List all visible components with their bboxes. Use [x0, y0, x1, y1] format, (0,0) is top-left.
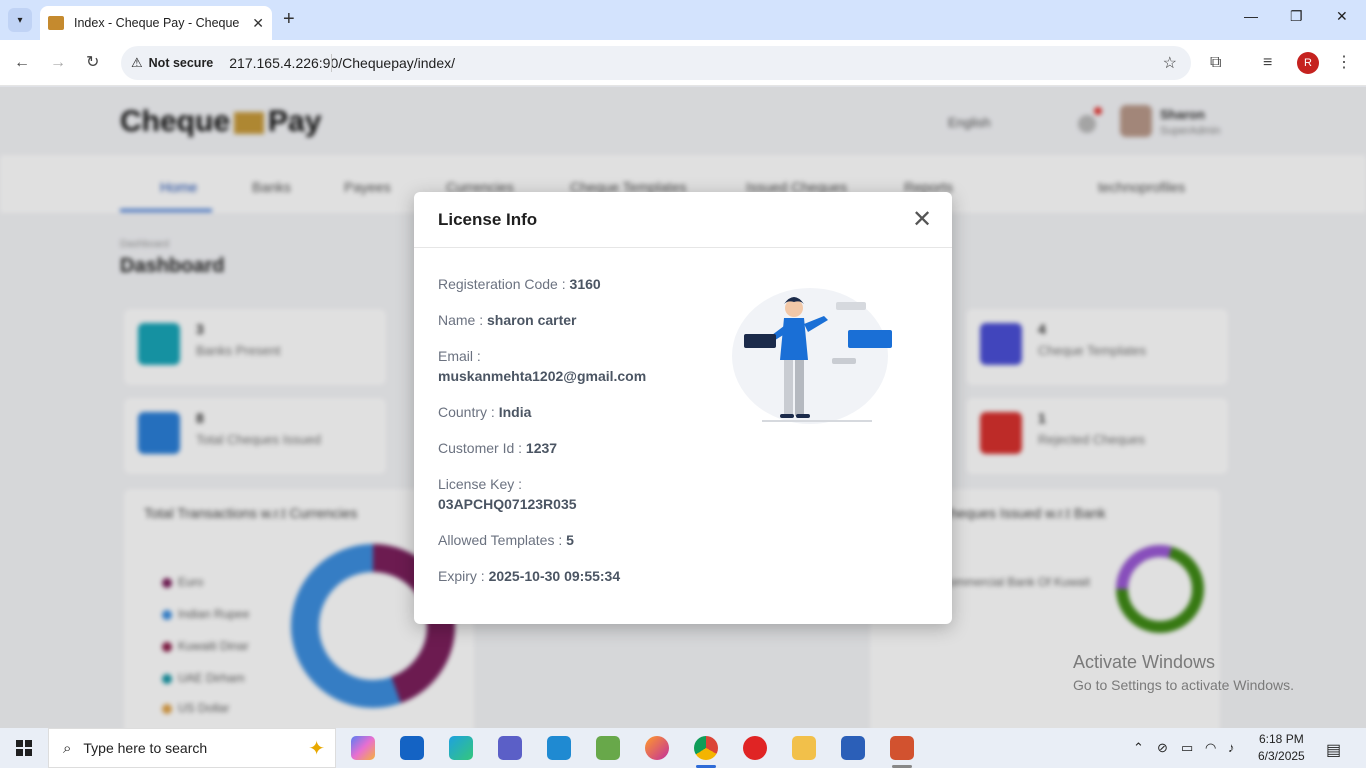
- search-placeholder: Type here to search: [83, 740, 208, 756]
- field-value: muskanmehta1202@gmail.com: [438, 368, 647, 384]
- license-info-modal: License Info ✕ Registeration Code : 3160…: [414, 192, 952, 624]
- new-tab-button[interactable]: +: [283, 8, 295, 30]
- media-player-icon[interactable]: [743, 736, 767, 760]
- bookmark-star-icon[interactable]: ☆: [1163, 53, 1177, 73]
- vscode-icon[interactable]: [547, 736, 571, 760]
- field-value: 1237: [525, 440, 558, 456]
- taskbar-clock[interactable]: 6:18 PM 6/3/2025: [1258, 731, 1305, 765]
- field-label: Registeration Code :: [438, 276, 566, 292]
- customer-id-field: Customer Id : 1237: [438, 438, 557, 458]
- word-icon[interactable]: [841, 736, 865, 760]
- field-label: Email :: [438, 348, 481, 364]
- field-label: Allowed Templates :: [438, 532, 563, 548]
- menu-kebab-icon[interactable]: ⋮: [1336, 52, 1352, 74]
- field-value: 2025-10-30 09:55:34: [488, 568, 621, 584]
- windows-activation-watermark: Activate Windows Go to Settings to activ…: [1073, 652, 1294, 693]
- xampp-icon[interactable]: [596, 736, 620, 760]
- watermark-title: Activate Windows: [1073, 652, 1216, 672]
- web-page: Cheque Pay English Sharon SuperAdmin Home…: [0, 87, 1366, 728]
- allowed-templates-field: Allowed Templates : 5: [438, 530, 574, 550]
- field-label: Name :: [438, 312, 484, 328]
- edge-icon[interactable]: [449, 736, 473, 760]
- minimize-button[interactable]: —: [1244, 8, 1258, 24]
- chrome-icon[interactable]: [694, 736, 718, 760]
- search-highlight-icon: ✦: [308, 737, 325, 760]
- outlook-icon[interactable]: [400, 736, 424, 760]
- tab-search-dropdown[interactable]: ▾: [8, 8, 32, 32]
- expiry-field: Expiry : 2025-10-30 09:55:34: [438, 566, 620, 586]
- forward-icon[interactable]: →: [50, 52, 66, 74]
- address-bar[interactable]: ⚠ Not secure 217.165.4.226:90/Chequepay/…: [121, 46, 1191, 80]
- field-label: Customer Id :: [438, 440, 523, 456]
- email-field: Email : muskanmehta1202@gmail.com: [438, 346, 646, 386]
- profile-avatar[interactable]: R: [1297, 52, 1319, 74]
- teams-icon[interactable]: [498, 736, 522, 760]
- file-explorer-icon[interactable]: [792, 736, 816, 760]
- browser-toolbar: ← → ↻ ⚠ Not secure 217.165.4.226:90/Cheq…: [0, 40, 1366, 86]
- url-text[interactable]: 217.165.4.226:90/Chequepay/index/: [229, 55, 455, 71]
- powerpoint-icon[interactable]: [890, 736, 914, 760]
- browser-tab-strip: ▾ Index - Cheque Pay - Cheque Pay ✕ + — …: [0, 0, 1366, 40]
- field-value: 5: [566, 532, 574, 548]
- country-field: Country : India: [438, 402, 531, 422]
- warning-icon: ⚠: [131, 55, 143, 70]
- firefox-icon[interactable]: [645, 736, 669, 760]
- close-window-button[interactable]: ✕: [1336, 8, 1348, 25]
- restore-button[interactable]: ❐: [1290, 8, 1303, 25]
- clock-time: 6:18 PM: [1259, 732, 1304, 746]
- copilot-icon[interactable]: [351, 736, 375, 760]
- media-controls-icon[interactable]: ≡: [1263, 52, 1272, 74]
- omnibox-divider: [331, 54, 332, 72]
- windows-taskbar: ⌕ Type here to search ✦ ⌃ ⊘ ▭ ◠ ♪ 6:18 P…: [0, 728, 1366, 768]
- tab-favicon-icon: [48, 16, 64, 30]
- modal-header: License Info ✕: [414, 192, 952, 248]
- field-value: 03APCHQ07123R035: [438, 496, 577, 512]
- network-warning-icon[interactable]: ⊘: [1157, 740, 1168, 756]
- back-icon[interactable]: ←: [14, 52, 30, 74]
- watermark-subtitle: Go to Settings to activate Windows.: [1073, 677, 1294, 693]
- registration-code-field: Registeration Code : 3160: [438, 274, 601, 294]
- tab-title: Index - Cheque Pay - Cheque Pay: [74, 16, 242, 30]
- person-with-laptop-illustration: [732, 288, 892, 424]
- license-key-field: License Key : 03APCHQ07123R035: [438, 474, 577, 514]
- reload-icon[interactable]: ↻: [86, 52, 99, 74]
- browser-tab[interactable]: Index - Cheque Pay - Cheque Pay ✕: [40, 6, 272, 40]
- chevron-up-icon[interactable]: ⌃: [1133, 740, 1144, 756]
- volume-icon[interactable]: ♪: [1228, 740, 1235, 755]
- search-icon: ⌕: [63, 739, 72, 757]
- clock-date: 6/3/2025: [1258, 749, 1305, 763]
- security-label[interactable]: Not secure: [149, 56, 214, 70]
- close-icon[interactable]: ✕: [912, 206, 932, 234]
- field-value: 3160: [569, 276, 601, 292]
- windows-start-icon[interactable]: [16, 740, 32, 756]
- tab-close-icon[interactable]: ✕: [252, 15, 264, 32]
- taskbar-search[interactable]: ⌕ Type here to search ✦: [48, 728, 336, 768]
- field-label: Country :: [438, 404, 495, 420]
- field-value: sharon carter: [487, 312, 577, 328]
- wifi-icon[interactable]: ◠: [1205, 740, 1216, 756]
- field-label: Expiry :: [438, 568, 485, 584]
- battery-icon[interactable]: ▭: [1181, 740, 1193, 756]
- field-label: License Key :: [438, 476, 523, 492]
- notifications-icon[interactable]: ▤: [1326, 740, 1341, 760]
- field-value: India: [498, 404, 532, 420]
- name-field: Name : sharon carter: [438, 310, 577, 330]
- modal-title: License Info: [438, 210, 538, 229]
- extensions-icon[interactable]: ⧉: [1210, 52, 1221, 74]
